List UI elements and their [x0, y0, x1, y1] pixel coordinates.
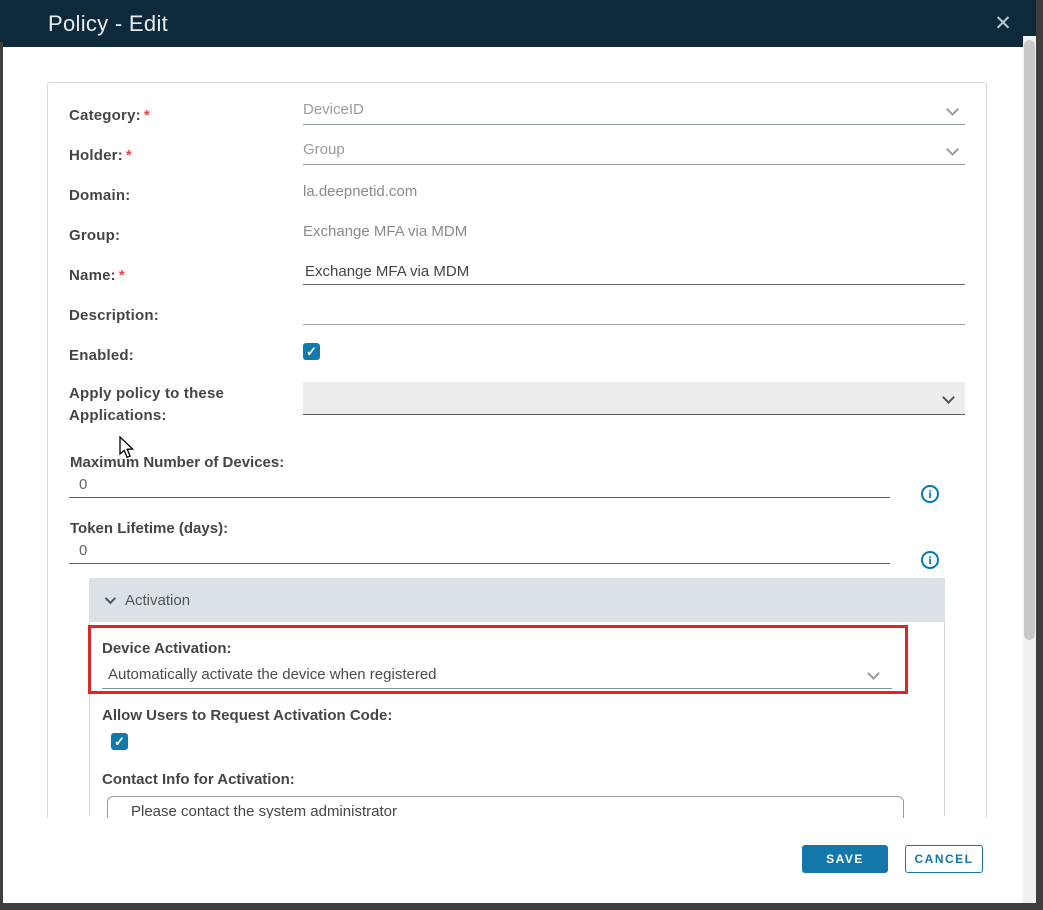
token-lifetime-input[interactable]: [69, 537, 890, 564]
activation-section-body: Device Activation: Automatically activat…: [89, 622, 945, 816]
activation-section-title: Activation: [125, 592, 190, 609]
activation-section-header[interactable]: Activation: [89, 578, 945, 622]
device-activation-value: Automatically activate the device when r…: [102, 660, 892, 683]
window-frame-bottom: [0, 903, 1043, 910]
info-icon[interactable]: i: [921, 551, 939, 569]
holder-label: Holder:: [69, 147, 123, 164]
required-marker: *: [144, 107, 150, 124]
applications-row: Apply policy to these Applications:: [69, 376, 965, 432]
category-select[interactable]: DeviceID: [303, 96, 965, 125]
holder-select[interactable]: Group: [303, 136, 965, 165]
chevron-down-icon: [942, 391, 955, 404]
enabled-checkbox[interactable]: ✓: [303, 343, 320, 360]
allow-request-label: Allow Users to Request Activation Code:: [102, 707, 932, 724]
device-activation-select[interactable]: Automatically activate the device when r…: [102, 660, 892, 689]
cancel-button[interactable]: CANCEL: [905, 845, 983, 873]
description-label: Description:: [69, 307, 159, 324]
name-label: Name:: [69, 267, 116, 284]
activation-section: Activation Device Activation: Automatica…: [89, 578, 945, 816]
applications-label-line2: Applications:: [69, 407, 167, 424]
description-input[interactable]: [303, 296, 965, 325]
token-lifetime-label: Token Lifetime (days):: [69, 520, 965, 537]
max-devices-input[interactable]: [69, 471, 890, 498]
group-label: Group:: [69, 227, 120, 244]
enabled-label: Enabled:: [69, 347, 134, 364]
group-value: Exchange MFA via MDM: [303, 216, 965, 240]
category-row: Category:* DeviceID: [69, 96, 965, 136]
contact-info-label: Contact Info for Activation:: [102, 771, 932, 788]
name-input[interactable]: [303, 256, 965, 285]
enabled-row: Enabled: ✓: [69, 336, 965, 376]
holder-value: Group: [303, 136, 965, 158]
vertical-scrollbar-track[interactable]: [1023, 36, 1036, 903]
description-row: Description:: [69, 296, 965, 336]
required-marker: *: [126, 147, 132, 164]
domain-value: la.deepnetid.com: [303, 176, 965, 200]
group-row: Group: Exchange MFA via MDM: [69, 216, 965, 256]
category-value: DeviceID: [303, 96, 965, 118]
save-button[interactable]: SAVE: [802, 845, 888, 873]
name-row: Name:*: [69, 256, 965, 296]
check-icon: ✓: [306, 344, 317, 359]
policy-form-card: Category:* DeviceID Holder:* Group Domai…: [47, 82, 987, 818]
dialog-footer: SAVE CANCEL: [802, 845, 983, 873]
window-frame-left: [0, 42, 3, 910]
vertical-scrollbar-thumb[interactable]: [1024, 40, 1035, 640]
holder-row: Holder:* Group: [69, 136, 965, 176]
domain-row: Domain: la.deepnetid.com: [69, 176, 965, 216]
category-label: Category:: [69, 107, 141, 124]
close-icon: ✕: [994, 12, 1012, 35]
close-button[interactable]: ✕: [982, 0, 1024, 47]
chevron-down-icon: [105, 593, 116, 604]
domain-label: Domain:: [69, 187, 130, 204]
device-activation-label: Device Activation:: [102, 640, 932, 657]
max-devices-label: Maximum Number of Devices:: [69, 454, 965, 471]
info-icon[interactable]: i: [921, 485, 939, 503]
required-marker: *: [119, 267, 125, 284]
applications-label-line1: Apply policy to these: [69, 385, 224, 402]
window-frame-right: [1036, 0, 1043, 910]
dialog-title: Policy - Edit: [48, 11, 168, 37]
allow-request-checkbox[interactable]: ✓: [111, 733, 128, 750]
dialog-titlebar: Policy - Edit ✕: [0, 0, 1036, 47]
contact-info-textarea[interactable]: Please contact the system administrator: [107, 796, 904, 818]
check-icon: ✓: [114, 734, 125, 749]
applications-select[interactable]: [303, 382, 965, 415]
